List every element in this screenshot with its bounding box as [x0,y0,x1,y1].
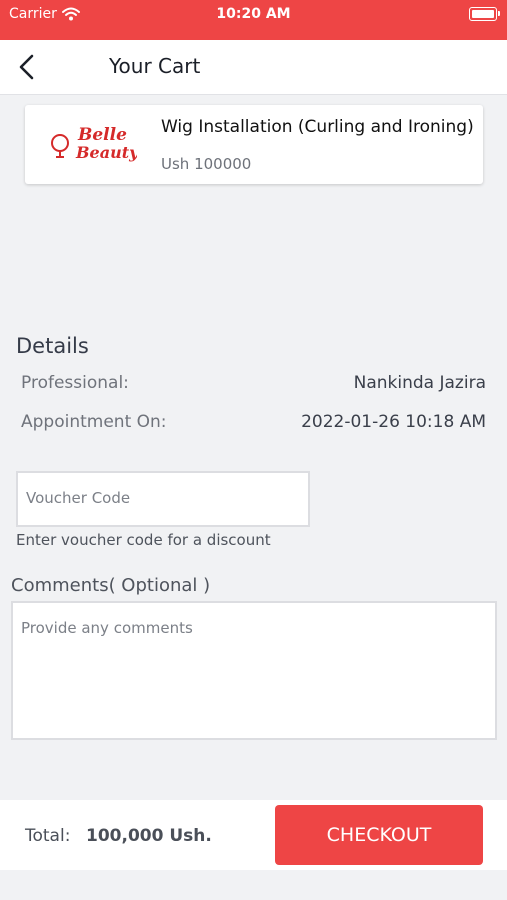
appointment-label: Appointment On: [21,412,167,432]
professional-value: Nankinda Jazira [353,373,486,393]
total-label: Total: [25,826,71,846]
svg-text:Belle: Belle [77,125,127,145]
total-value: 100,000 Ush. [86,826,212,846]
item-name: Wig Installation (Curling and Ironing) [161,117,474,137]
professional-label: Professional: [21,373,129,393]
checkout-button[interactable]: CHECKOUT [275,805,483,865]
belle-beauty-logo: Belle Beauty [47,119,140,169]
comments-label: Comments( Optional ) [11,575,211,596]
voucher-code-input[interactable]: Voucher Code [16,471,310,527]
battery-icon [469,7,500,21]
voucher-hint: Enter voucher code for a discount [16,531,271,549]
status-bar: Carrier 10:20 AM [0,0,507,40]
cart-item-card[interactable]: Belle Beauty Wig Installation (Curling a… [25,105,483,184]
page-title: Your Cart [109,54,201,78]
comments-input[interactable]: Provide any comments [11,601,497,740]
appointment-value: 2022-01-26 10:18 AM [301,412,486,432]
svg-text:Beauty: Beauty [75,143,137,162]
status-time: 10:20 AM [216,6,291,22]
item-price: Ush 100000 [161,155,252,173]
details-heading: Details [16,334,89,358]
back-icon[interactable] [12,52,42,82]
nav-bar: Your Cart [0,40,507,95]
checkout-bar: Total: 100,000 Ush. CHECKOUT [0,800,507,870]
